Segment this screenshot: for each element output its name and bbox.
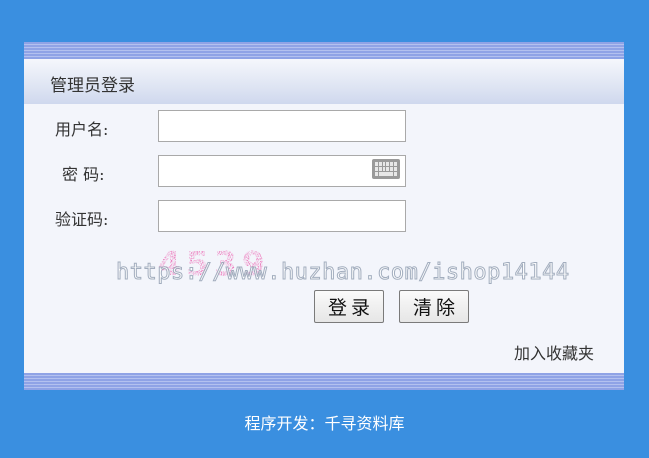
add-to-favorites-link[interactable]: 加入收藏夹 [514,340,594,364]
password-label: 密 码: [62,165,105,184]
watermark-text: https://www.huzhan.com/ishop14144 [116,260,570,286]
clear-button[interactable]: 清除 [399,290,469,323]
login-button[interactable]: 登录 [314,290,384,323]
login-panel: 管理员登录 用户名: 密 码: 验证码: 4539 https://www.hu… [24,42,624,390]
panel-top-stripe [24,42,624,59]
username-label: 用户名: [55,120,109,139]
panel-title: 管理员登录 [50,76,135,96]
captcha-label: 验证码: [55,210,109,229]
captcha-input[interactable] [158,200,406,232]
username-input[interactable] [158,110,406,142]
footer-credit: 程序开发：千寻资料库 [244,414,405,433]
keyboard-icon[interactable] [372,159,400,179]
panel-header: 管理员登录 [24,59,624,104]
password-input[interactable] [158,155,406,187]
panel-bottom-stripe [24,373,624,390]
